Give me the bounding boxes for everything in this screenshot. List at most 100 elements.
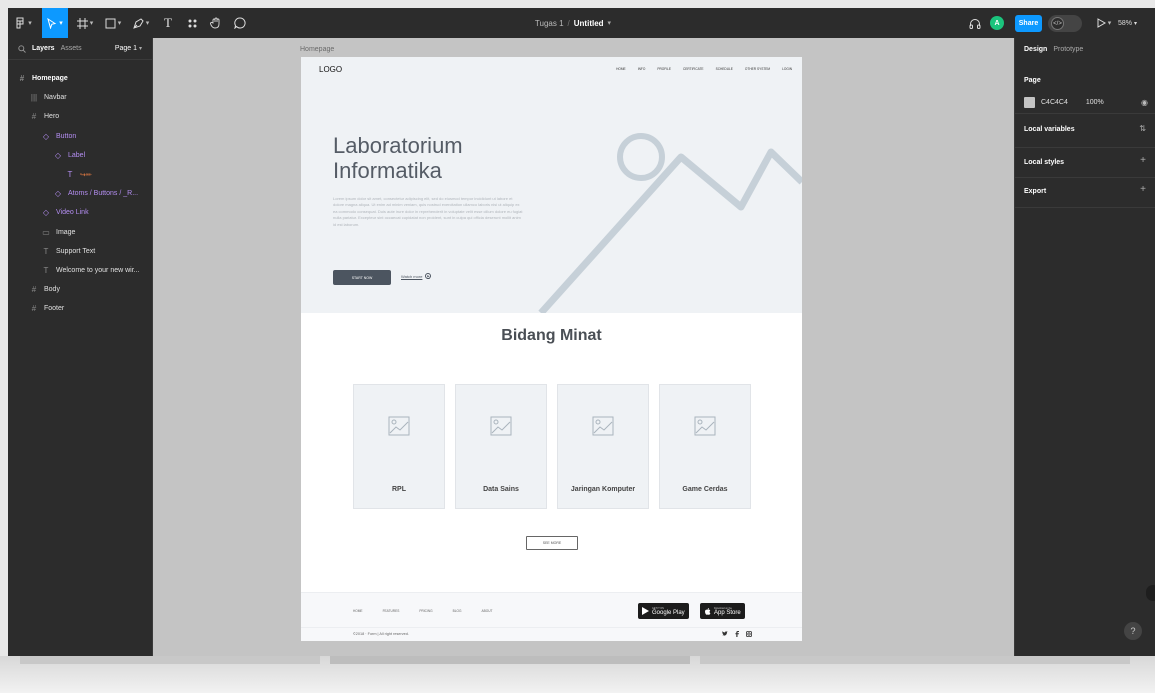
page-selector[interactable]: Page 1 ▾: [115, 45, 142, 52]
card-jaringan-komputer[interactable]: Jaringan Komputer: [557, 384, 649, 509]
instance-icon: ◇: [54, 189, 62, 199]
export-section[interactable]: Export +: [1015, 178, 1155, 208]
figma-menu-icon[interactable]: ▾: [8, 8, 38, 38]
section-title[interactable]: Bidang Minat: [301, 327, 802, 345]
watch-more-label: Watch more: [401, 273, 423, 279]
layer-item[interactable]: # Homepage: [8, 69, 153, 88]
fill-hex[interactable]: C4C4C4: [1041, 99, 1068, 106]
layer-item[interactable]: ◇ Button: [8, 127, 153, 146]
headphones-icon[interactable]: [966, 8, 984, 38]
nav-link-other-system[interactable]: OTHER SYSTEM: [745, 67, 770, 71]
apple-icon: [705, 608, 711, 615]
plus-icon[interactable]: +: [1140, 155, 1146, 166]
layer-item[interactable]: ◇ Atoms / Buttons / _R...: [8, 184, 153, 203]
local-variables-section[interactable]: Local variables ⇅: [1015, 114, 1155, 148]
share-button[interactable]: Share: [1015, 15, 1042, 32]
move-tool-icon[interactable]: ▾: [42, 8, 68, 38]
nav-link-schedule[interactable]: SCHEDULE: [716, 67, 733, 71]
twitter-icon[interactable]: [722, 631, 728, 636]
google-play-badge[interactable]: GET IT ON Google Play: [638, 603, 689, 619]
layer-item[interactable]: T ↪✏: [8, 165, 153, 184]
layer-item[interactable]: T Support Text: [8, 242, 153, 261]
layer-item[interactable]: ||| Navbar: [8, 88, 153, 107]
fill-swatch[interactable]: [1024, 97, 1035, 108]
layer-item[interactable]: # Footer: [8, 299, 153, 318]
avatar[interactable]: A: [990, 16, 1004, 30]
start-now-button[interactable]: START NOW: [333, 270, 391, 285]
pen-tool-icon[interactable]: ▾: [128, 8, 154, 38]
dev-mode-toggle[interactable]: </>: [1048, 15, 1082, 32]
app-store-badge[interactable]: Download on the App Store: [700, 603, 745, 619]
local-styles-heading: Local styles: [1024, 159, 1065, 166]
instance-icon: ◇: [42, 208, 50, 218]
title-separator: /: [567, 18, 570, 28]
instagram-icon[interactable]: [746, 631, 752, 637]
hero-section[interactable]: LOGO HOME INFO PROFILE CERTIFICATE SCHED…: [301, 57, 802, 313]
card-data-sains[interactable]: Data Sains: [455, 384, 547, 509]
frame-tool-icon[interactable]: ▾: [72, 8, 98, 38]
chevron-down-icon[interactable]: ▾: [608, 19, 612, 27]
layer-label: Image: [56, 228, 76, 236]
file-title[interactable]: Tugas 1 / Untitled ▾: [508, 8, 638, 38]
layer-item[interactable]: # Hero: [8, 107, 153, 126]
eye-icon[interactable]: ◉: [1141, 98, 1148, 107]
footer-link-about[interactable]: ABOUT: [481, 609, 492, 613]
text-tool-icon[interactable]: T: [158, 8, 178, 38]
footer-link-home[interactable]: HOME: [353, 609, 363, 613]
comment-icon[interactable]: [230, 8, 250, 38]
hand-tool-icon[interactable]: [206, 8, 226, 38]
layer-item[interactable]: T Welcome to your new wir...: [8, 261, 153, 280]
layer-item[interactable]: ◇ Label: [8, 146, 153, 165]
local-styles-section[interactable]: Local styles +: [1015, 148, 1155, 178]
layer-item[interactable]: # Body: [8, 280, 153, 299]
copyright: ©2018 · Form | All right reserved.: [353, 632, 409, 636]
nav-link-login[interactable]: LOGIN: [782, 67, 792, 71]
plus-icon[interactable]: +: [1140, 184, 1146, 195]
footer-divider: [301, 627, 802, 628]
frame-icon: #: [31, 285, 37, 295]
footer-link-blog[interactable]: BLOG: [453, 609, 462, 613]
instance-icon: ◇: [54, 150, 62, 160]
nav-link-home[interactable]: HOME: [616, 67, 626, 71]
tab-layers[interactable]: Layers: [32, 45, 55, 52]
hero-title[interactable]: Laboratorium Informatika: [333, 133, 533, 183]
card-label: Game Cerdas: [682, 486, 728, 493]
fill-opacity[interactable]: 100%: [1086, 99, 1104, 106]
layer-item[interactable]: ▭ Image: [8, 223, 153, 242]
search-icon[interactable]: [18, 44, 26, 53]
page-selector-label: Page 1: [114, 45, 138, 52]
zoom-level: 58%: [1118, 19, 1133, 27]
tab-assets[interactable]: Assets: [61, 45, 82, 52]
project-name[interactable]: Tugas 1: [535, 19, 564, 28]
frame-icon: #: [31, 304, 37, 314]
homepage-frame[interactable]: LOGO HOME INFO PROFILE CERTIFICATE SCHED…: [301, 57, 802, 641]
shape-tool-icon[interactable]: ▾: [100, 8, 126, 38]
tab-design[interactable]: Design: [1024, 46, 1047, 53]
help-button[interactable]: ?: [1124, 622, 1142, 640]
hero-support-text[interactable]: Lorem ipsum dolor sit amet, consectetur …: [333, 196, 523, 228]
layer-label: Video Link: [56, 209, 89, 217]
layer-item[interactable]: ◇ Video Link: [8, 203, 153, 222]
page-heading: Page: [1024, 77, 1041, 84]
tab-prototype[interactable]: Prototype: [1053, 46, 1083, 53]
page-fill-row[interactable]: C4C4C4 100% ◉: [1024, 97, 1148, 108]
frame-label[interactable]: Homepage: [300, 46, 334, 53]
card-game-cerdas[interactable]: Game Cerdas: [659, 384, 751, 509]
zoom-menu[interactable]: 58% ▾: [1118, 8, 1137, 38]
variables-icon[interactable]: ⇅: [1139, 124, 1146, 133]
see-more-button[interactable]: SEE MORE: [526, 536, 578, 550]
nav-link-profile[interactable]: PROFILE: [657, 67, 671, 71]
play-icon[interactable]: ▾: [1093, 8, 1115, 38]
footer-link-features[interactable]: FEATURES: [383, 609, 400, 613]
footer-link-pricing[interactable]: PRICING: [419, 609, 432, 613]
panel-edge-handle[interactable]: [1146, 585, 1155, 601]
nav-link-info[interactable]: INFO: [638, 67, 646, 71]
footer[interactable]: HOME FEATURES PRICING BLOG ABOUT GET IT …: [301, 592, 802, 641]
watch-more-link[interactable]: Watch more ▶: [401, 273, 432, 279]
facebook-icon[interactable]: [735, 631, 739, 637]
card-rpl[interactable]: RPL: [353, 384, 445, 509]
resources-icon[interactable]: [182, 8, 202, 38]
logo[interactable]: LOGO: [319, 65, 342, 74]
nav-link-certificate[interactable]: CERTIFICATE: [683, 67, 704, 71]
file-name[interactable]: Untitled: [574, 19, 604, 28]
